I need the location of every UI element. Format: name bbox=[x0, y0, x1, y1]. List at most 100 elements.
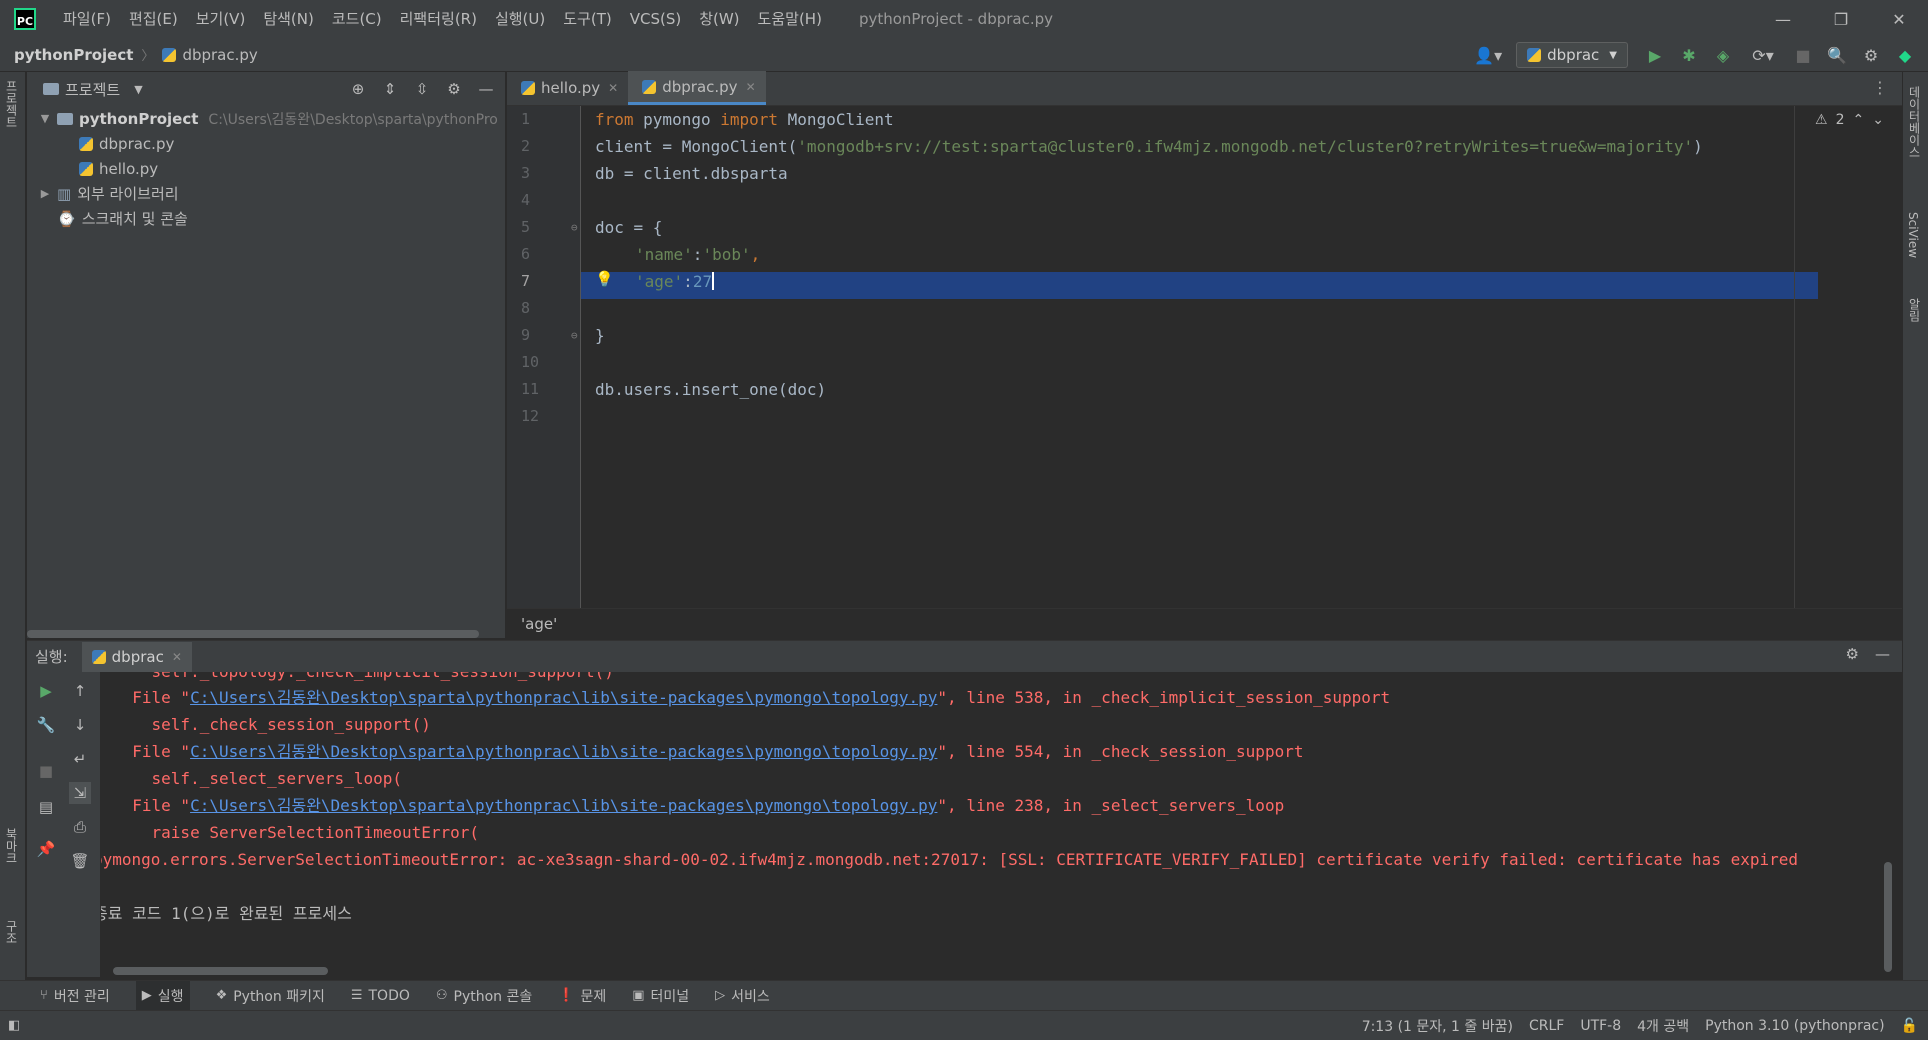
expand-all-icon[interactable]: ⇕ bbox=[379, 76, 401, 102]
stripe-structure-tab[interactable]: 구조 bbox=[3, 920, 20, 944]
run-console-output[interactable]: self._topology._check_implicit_session_s… bbox=[101, 672, 1892, 977]
code-line-5: doc = { bbox=[595, 218, 663, 237]
menu-code[interactable]: 코드(C) bbox=[323, 0, 391, 38]
toolwindow-problems[interactable]: ❗ 문제 bbox=[558, 981, 606, 1011]
menu-run[interactable]: 실행(U) bbox=[486, 0, 554, 38]
menu-help[interactable]: 도움말(H) bbox=[749, 0, 831, 38]
next-highlight-icon[interactable]: ⌄ bbox=[1872, 112, 1884, 128]
edit-configuration-wrench-icon[interactable]: 🔧 bbox=[35, 714, 57, 736]
console-file-link[interactable]: C:\Users\김동완\Desktop\sparta\pythonprac\l… bbox=[190, 742, 937, 761]
menu-file[interactable]: 파일(F) bbox=[54, 0, 120, 38]
code-area[interactable]: from pymongo import MongoClient client =… bbox=[581, 106, 1792, 608]
project-horizontal-scrollbar[interactable] bbox=[27, 630, 479, 638]
fold-marker-icon[interactable]: ⊖ bbox=[571, 322, 581, 349]
rerun-icon[interactable]: ▶ bbox=[35, 680, 57, 702]
stripe-notifications-tab[interactable]: 알림 bbox=[1906, 298, 1923, 322]
scroll-down-icon[interactable]: ↓ bbox=[69, 714, 91, 736]
scroll-to-end-icon[interactable]: ⇲ bbox=[69, 782, 91, 804]
breadcrumb-file[interactable]: dbprac.py bbox=[182, 46, 257, 64]
close-tab-icon[interactable]: ✕ bbox=[746, 80, 756, 94]
scroll-up-icon[interactable]: ↑ bbox=[69, 680, 91, 702]
user-account-icon[interactable]: 👤▾ bbox=[1468, 42, 1508, 68]
settings-gear-icon[interactable]: ⚙ bbox=[1858, 42, 1884, 68]
profile-icon[interactable]: ⟳▾ bbox=[1744, 42, 1782, 68]
pin-tab-icon[interactable]: 📌 bbox=[35, 838, 57, 860]
menu-window[interactable]: 창(W) bbox=[690, 0, 748, 38]
project-panel-title[interactable]: 프로젝트 bbox=[65, 79, 120, 100]
fold-marker-icon[interactable]: ⊖ bbox=[571, 214, 581, 241]
menu-tools[interactable]: 도구(T) bbox=[554, 0, 620, 38]
soft-wrap-icon[interactable]: ↵ bbox=[69, 748, 91, 770]
close-tab-icon[interactable]: ✕ bbox=[172, 650, 182, 664]
tree-item-hello[interactable]: hello.py bbox=[37, 156, 505, 181]
toggle-tool-windows-icon[interactable]: ◧ bbox=[8, 1018, 20, 1033]
stripe-project-tab[interactable]: 프로젝트 bbox=[3, 80, 20, 128]
scratches-icon: ⌚ bbox=[57, 209, 76, 228]
breadcrumb-project[interactable]: pythonProject bbox=[14, 46, 133, 64]
debug-icon[interactable]: ✱ bbox=[1676, 42, 1702, 68]
search-icon[interactable]: 🔍 bbox=[1824, 42, 1850, 68]
console-file-link[interactable]: C:\Users\김동완\Desktop\sparta\pythonprac\l… bbox=[190, 796, 937, 815]
coverage-icon[interactable]: ◈ bbox=[1710, 42, 1736, 68]
minimize-button[interactable]: — bbox=[1754, 0, 1812, 38]
menu-view[interactable]: 보기(V) bbox=[187, 0, 255, 38]
python-interpreter[interactable]: Python 3.10 (pythonprac) bbox=[1705, 1018, 1884, 1034]
tree-item-dbprac[interactable]: dbprac.py bbox=[37, 131, 505, 156]
editor-breadcrumb-item[interactable]: 'age' bbox=[521, 615, 557, 633]
stripe-sciview-tab[interactable]: SciView bbox=[1906, 212, 1920, 258]
toolwindow-run[interactable]: ▶ 실행 bbox=[135, 980, 190, 1011]
toolwindow-python-console[interactable]: ⚇ Python 콘솔 bbox=[436, 981, 532, 1011]
inspection-widget[interactable]: ⚠ 2 ⌃ ⌄ bbox=[1815, 112, 1884, 128]
print-icon[interactable]: ⎙ bbox=[69, 816, 91, 838]
toolwindow-version-control[interactable]: ⑂ 버전 관리 bbox=[40, 981, 110, 1011]
read-only-lock-icon[interactable]: 🔓 bbox=[1901, 1018, 1918, 1034]
caret-position[interactable]: 7:13 (1 문자, 1 줄 바꿈) bbox=[1362, 1016, 1513, 1036]
console-file-link[interactable]: C:\Users\김동완\Desktop\sparta\pythonprac\l… bbox=[190, 688, 937, 707]
tab-hello-py[interactable]: hello.py ✕ bbox=[507, 71, 628, 105]
layout-icon[interactable]: ▤ bbox=[35, 796, 57, 818]
toolwindow-python-packages[interactable]: ❖ Python 패키지 bbox=[216, 981, 325, 1011]
hide-panel-icon[interactable]: — bbox=[475, 76, 497, 102]
restore-button[interactable]: ❐ bbox=[1812, 0, 1870, 38]
toolwindow-services[interactable]: ▷ 서비스 bbox=[715, 981, 770, 1011]
menu-vcs[interactable]: VCS(S) bbox=[621, 0, 690, 38]
run-configuration-select[interactable]: dbprac ▼ bbox=[1516, 42, 1628, 68]
menu-edit[interactable]: 편집(E) bbox=[120, 0, 187, 38]
tab-dbprac-py[interactable]: dbprac.py ✕ bbox=[628, 71, 766, 105]
stripe-database-tab[interactable]: 데이터베이스 bbox=[1906, 86, 1923, 158]
tree-item-scratches[interactable]: ⌚ 스크래치 및 콘솔 bbox=[37, 206, 505, 231]
collapse-all-icon[interactable]: ⇳ bbox=[411, 76, 433, 102]
stripe-bookmarks-tab[interactable]: 북마크 bbox=[3, 828, 20, 864]
toolwindow-terminal[interactable]: ▣ 터미널 bbox=[632, 981, 689, 1011]
more-options-icon[interactable]: ⋮ bbox=[1872, 78, 1888, 97]
close-window-button[interactable]: ✕ bbox=[1870, 0, 1928, 38]
toolwindow-todo[interactable]: ☰ TODO bbox=[351, 981, 410, 1011]
code-editor[interactable]: 1 2 3 4 5 6 7 8 9 10 11 12 ⊖ ⊖ 💡 from py… bbox=[507, 106, 1902, 608]
menu-navigate[interactable]: 탐색(N) bbox=[254, 0, 323, 38]
console-vertical-scrollbar[interactable] bbox=[1884, 862, 1892, 972]
menu-refactor[interactable]: 리팩터링(R) bbox=[391, 0, 486, 38]
jetbrains-toolbox-icon[interactable]: ◆ bbox=[1892, 42, 1918, 68]
file-encoding[interactable]: UTF-8 bbox=[1580, 1018, 1621, 1034]
stop-icon[interactable]: ■ bbox=[35, 760, 57, 782]
warning-icon: ⚠ bbox=[1815, 112, 1828, 128]
line-separator[interactable]: CRLF bbox=[1529, 1018, 1564, 1034]
clear-all-trash-icon[interactable]: 🗑 bbox=[69, 850, 91, 872]
hide-run-panel-icon[interactable]: — bbox=[1875, 645, 1890, 663]
close-tab-icon[interactable]: ✕ bbox=[608, 81, 618, 95]
indent-setting[interactable]: 4개 공백 bbox=[1637, 1016, 1689, 1036]
stop-icon[interactable]: ■ bbox=[1790, 42, 1816, 68]
tree-item-root[interactable]: ▼ pythonProject C:\Users\김동완\Desktop\spa… bbox=[37, 106, 505, 131]
run-settings-gear-icon[interactable]: ⚙ bbox=[1846, 645, 1859, 663]
locate-file-icon[interactable]: ⊕ bbox=[347, 76, 369, 102]
previous-highlight-icon[interactable]: ⌃ bbox=[1853, 112, 1865, 128]
chevron-down-icon[interactable]: ▼ bbox=[134, 83, 142, 96]
run-icon[interactable]: ▶ bbox=[1642, 42, 1668, 68]
collapsed-arrow-icon[interactable]: ▶ bbox=[37, 187, 53, 200]
tree-item-external-libraries[interactable]: ▶ ▥ 외부 라이브러리 bbox=[37, 181, 505, 206]
panel-settings-gear-icon[interactable]: ⚙ bbox=[443, 76, 465, 102]
run-tab-dbprac[interactable]: dbprac ✕ bbox=[81, 641, 192, 672]
expanded-arrow-icon[interactable]: ▼ bbox=[37, 112, 53, 125]
console-line: File "C:\Users\김동완\Desktop\sparta\python… bbox=[113, 792, 1284, 819]
console-horizontal-scrollbar[interactable] bbox=[113, 967, 328, 975]
